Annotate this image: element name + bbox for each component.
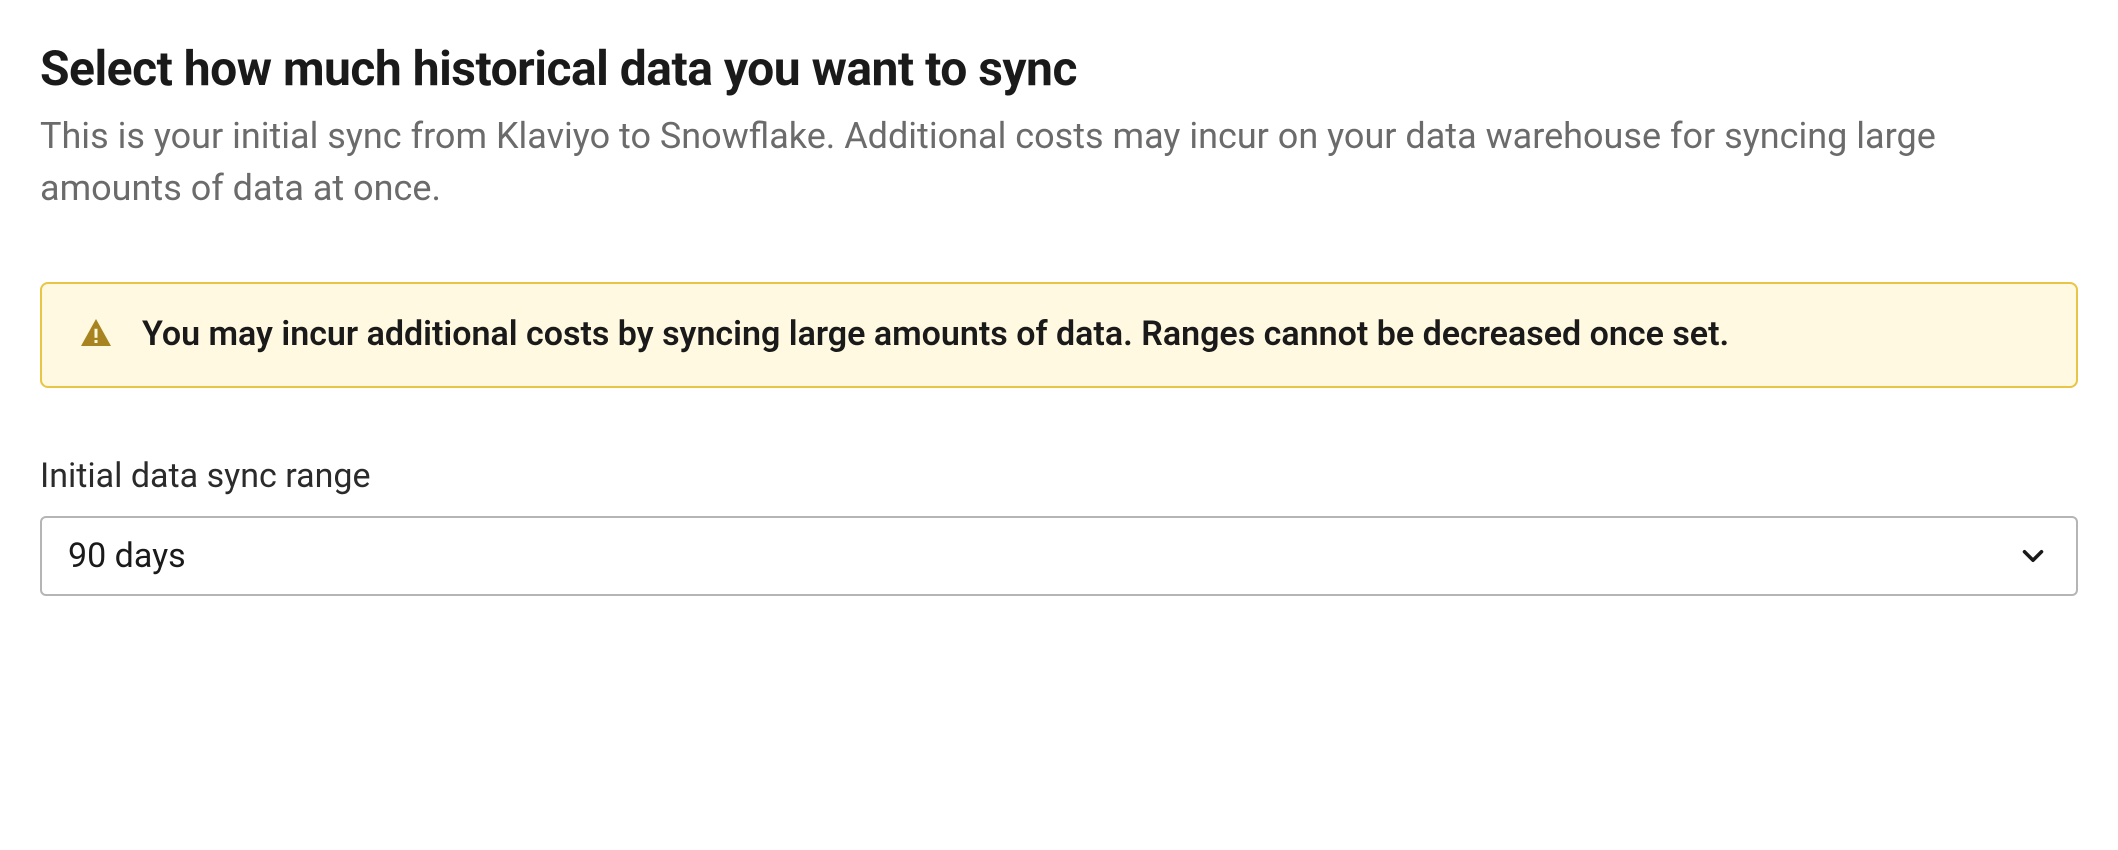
chevron-down-icon bbox=[2016, 539, 2050, 573]
sync-range-label: Initial data sync range bbox=[40, 456, 2078, 496]
page-title: Select how much historical data you want… bbox=[40, 40, 2078, 98]
sync-range-value: 90 days bbox=[68, 536, 186, 576]
warning-alert: You may incur additional costs by syncin… bbox=[40, 282, 2078, 388]
sync-range-select[interactable]: 90 days bbox=[40, 516, 2078, 596]
warning-icon bbox=[78, 316, 114, 352]
page-description: This is your initial sync from Klaviyo t… bbox=[40, 110, 1980, 214]
warning-message: You may incur additional costs by syncin… bbox=[142, 312, 1729, 358]
